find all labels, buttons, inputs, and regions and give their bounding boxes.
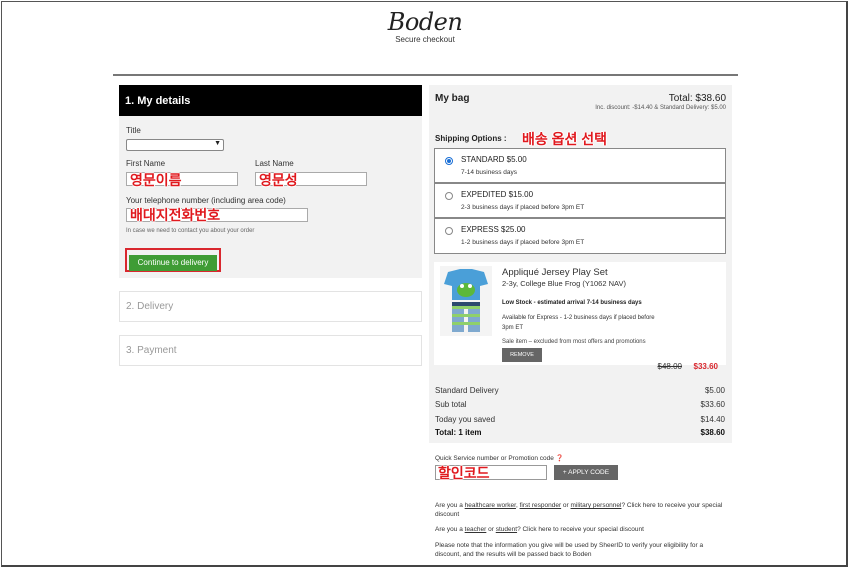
summary-label: Today you saved <box>435 415 496 424</box>
item-express-note: Available for Express - 1-2 business day… <box>502 315 655 331</box>
summary-label: Total: 1 item <box>435 428 482 437</box>
summary-value: $38.60 <box>700 428 725 437</box>
item-name[interactable]: Appliqué Jersey Play Set <box>502 267 608 278</box>
first-responder-link[interactable]: first responder <box>520 502 562 509</box>
promo-code-label: Quick Service number or Promotion code ❓ <box>435 454 564 462</box>
first-name-annotation: 영문이름 <box>130 172 182 188</box>
shipping-option-desc: 2-3 business days if placed before 3pm E… <box>461 204 585 211</box>
shipping-option-desc: 7-14 business days <box>461 169 518 176</box>
summary-row: Standard Delivery $5.00 <box>435 386 725 395</box>
shipping-option-desc: 1-2 business days if placed before 3pm E… <box>461 239 585 246</box>
boden-logo[interactable]: Boden <box>0 8 850 36</box>
title-select[interactable]: ▼ <box>126 139 224 151</box>
phone-label: Your telephone number (including area co… <box>126 196 286 205</box>
my-details-panel: 1. My details Title ▼ First Name 영문이름 La… <box>119 85 422 278</box>
summary-value: $33.60 <box>700 400 725 409</box>
item-stock: Low Stock - estimated arrival 7-14 busin… <box>502 300 642 306</box>
item-variant: 2-3y, College Blue Frog (Y1062 NAV) <box>502 279 626 288</box>
shipping-option-name: EXPRESS $25.00 <box>461 225 526 234</box>
shipping-radio-standard[interactable] <box>445 157 453 165</box>
shipping-option-expedited[interactable]: EXPEDITED $15.00 2-3 business days if pl… <box>434 183 726 218</box>
continue-to-delivery-button[interactable]: Continue to delivery <box>129 254 217 271</box>
note-text: or <box>561 502 571 509</box>
item-old-price: $48.00 <box>657 362 682 371</box>
shipping-options-label: Shipping Options : <box>435 134 507 143</box>
summary-row: Today you saved $14.40 <box>435 415 725 424</box>
phone-hint: In case we need to contact you about you… <box>126 228 255 234</box>
item-new-price: $33.60 <box>693 362 718 371</box>
step-delivery[interactable]: 2. Delivery <box>119 291 422 322</box>
play-set-image <box>444 269 488 332</box>
military-personnel-link[interactable]: military personnel <box>571 502 622 509</box>
shipping-radio-expedited[interactable] <box>445 192 453 200</box>
chevron-down-icon: ▼ <box>214 140 221 147</box>
healthcare-worker-link[interactable]: healthcare worker <box>465 502 516 509</box>
teacher-link[interactable]: teacher <box>465 526 487 533</box>
discount-note-teacher: Are you a teacher or student? Click here… <box>435 525 725 534</box>
my-bag-title: My bag <box>435 93 470 104</box>
last-name-annotation: 영문성 <box>259 172 298 188</box>
step-payment[interactable]: 3. Payment <box>119 335 422 366</box>
shipping-option-standard[interactable]: STANDARD $5.00 7-14 business days <box>434 148 726 183</box>
title-label: Title <box>126 126 141 135</box>
phone-annotation: 배대지전화번호 <box>130 207 221 223</box>
item-sale-note: Sale item – excluded from most offers an… <box>502 339 646 345</box>
product-image[interactable] <box>440 266 492 336</box>
secure-checkout-label: Secure checkout <box>395 35 455 44</box>
summary-value: $5.00 <box>704 386 725 395</box>
summary-total-row: Total: 1 item $38.60 <box>435 428 725 437</box>
summary-value: $14.40 <box>700 415 725 424</box>
shipping-option-name: STANDARD $5.00 <box>461 155 527 164</box>
header-divider <box>113 74 738 76</box>
continue-button-highlight: Continue to delivery <box>125 248 221 272</box>
student-link[interactable]: student <box>496 526 517 533</box>
bag-total: Total: $38.60 <box>668 93 726 104</box>
bag-item: Appliqué Jersey Play Set 2-3y, College B… <box>434 262 726 371</box>
promo-annotation: 할인코드 <box>438 465 490 481</box>
my-bag-panel: My bag Total: $38.60 Inc. discount: -$14… <box>429 85 732 443</box>
apply-code-button[interactable]: + APPLY CODE <box>554 465 618 480</box>
shipping-annotation: 배송 옵션 선택 <box>522 131 608 147</box>
note-text: Are you a <box>435 502 465 509</box>
first-name-label: First Name <box>126 159 166 168</box>
last-name-label: Last Name <box>255 159 294 168</box>
sheerid-note: Please note that the information you giv… <box>435 542 704 558</box>
note-text: ? Click here to receive your special dis… <box>517 526 644 533</box>
summary-label: Standard Delivery <box>435 386 499 395</box>
note-text: Are you a <box>435 526 465 533</box>
promo-code-label-text: Quick Service number or Promotion code <box>435 455 554 462</box>
help-icon[interactable]: ❓ <box>556 455 564 462</box>
shipping-option-express[interactable]: EXPRESS $25.00 1-2 business days if plac… <box>434 218 726 254</box>
bag-total-breakdown: Inc. discount: -$14.40 & Standard Delive… <box>595 105 726 111</box>
shipping-option-name: EXPEDITED $15.00 <box>461 190 534 199</box>
my-details-heading[interactable]: 1. My details <box>119 85 422 116</box>
discount-note-healthcare: Are you a healthcare worker, first respo… <box>435 501 725 519</box>
shipping-radio-express[interactable] <box>445 227 453 235</box>
note-text: or <box>486 526 496 533</box>
summary-row: Sub total $33.60 <box>435 400 725 409</box>
summary-label: Sub total <box>435 400 467 409</box>
remove-button[interactable]: REMOVE <box>502 348 542 362</box>
